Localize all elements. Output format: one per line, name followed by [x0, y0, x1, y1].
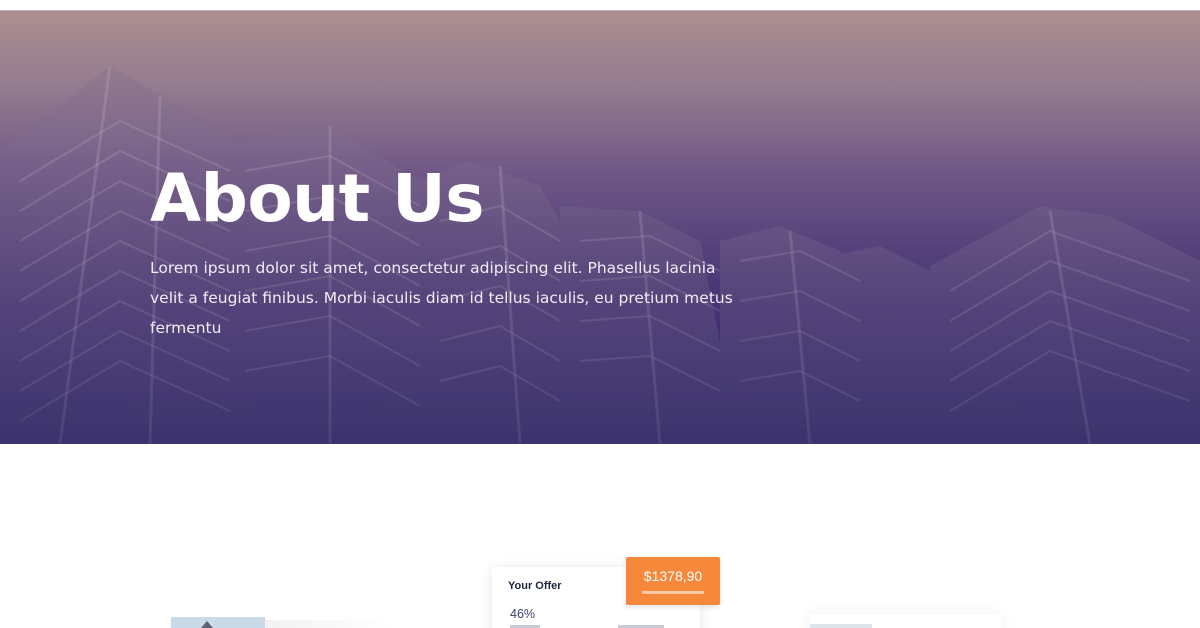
page-title: About Us [150, 160, 485, 237]
about-page: About Us Lorem ipsum dolor sit amet, con… [0, 0, 1200, 628]
right-preview-card [810, 614, 1002, 628]
price-badge: $1378,90 [626, 557, 720, 605]
hero-description: Lorem ipsum dolor sit amet, consectetur … [150, 259, 733, 337]
offer-title: Your Offer [508, 580, 562, 592]
hero-banner: About Us Lorem ipsum dolor sit amet, con… [0, 11, 1200, 444]
offer-percent: 46% [510, 607, 536, 621]
house-icon [201, 621, 213, 628]
left-card-shadow [265, 620, 395, 628]
left-preview-image [171, 617, 265, 628]
price-value: $1378,90 [643, 568, 703, 584]
top-strip [0, 0, 1200, 11]
right-card-image [810, 624, 872, 628]
price-caption-line [642, 591, 704, 594]
